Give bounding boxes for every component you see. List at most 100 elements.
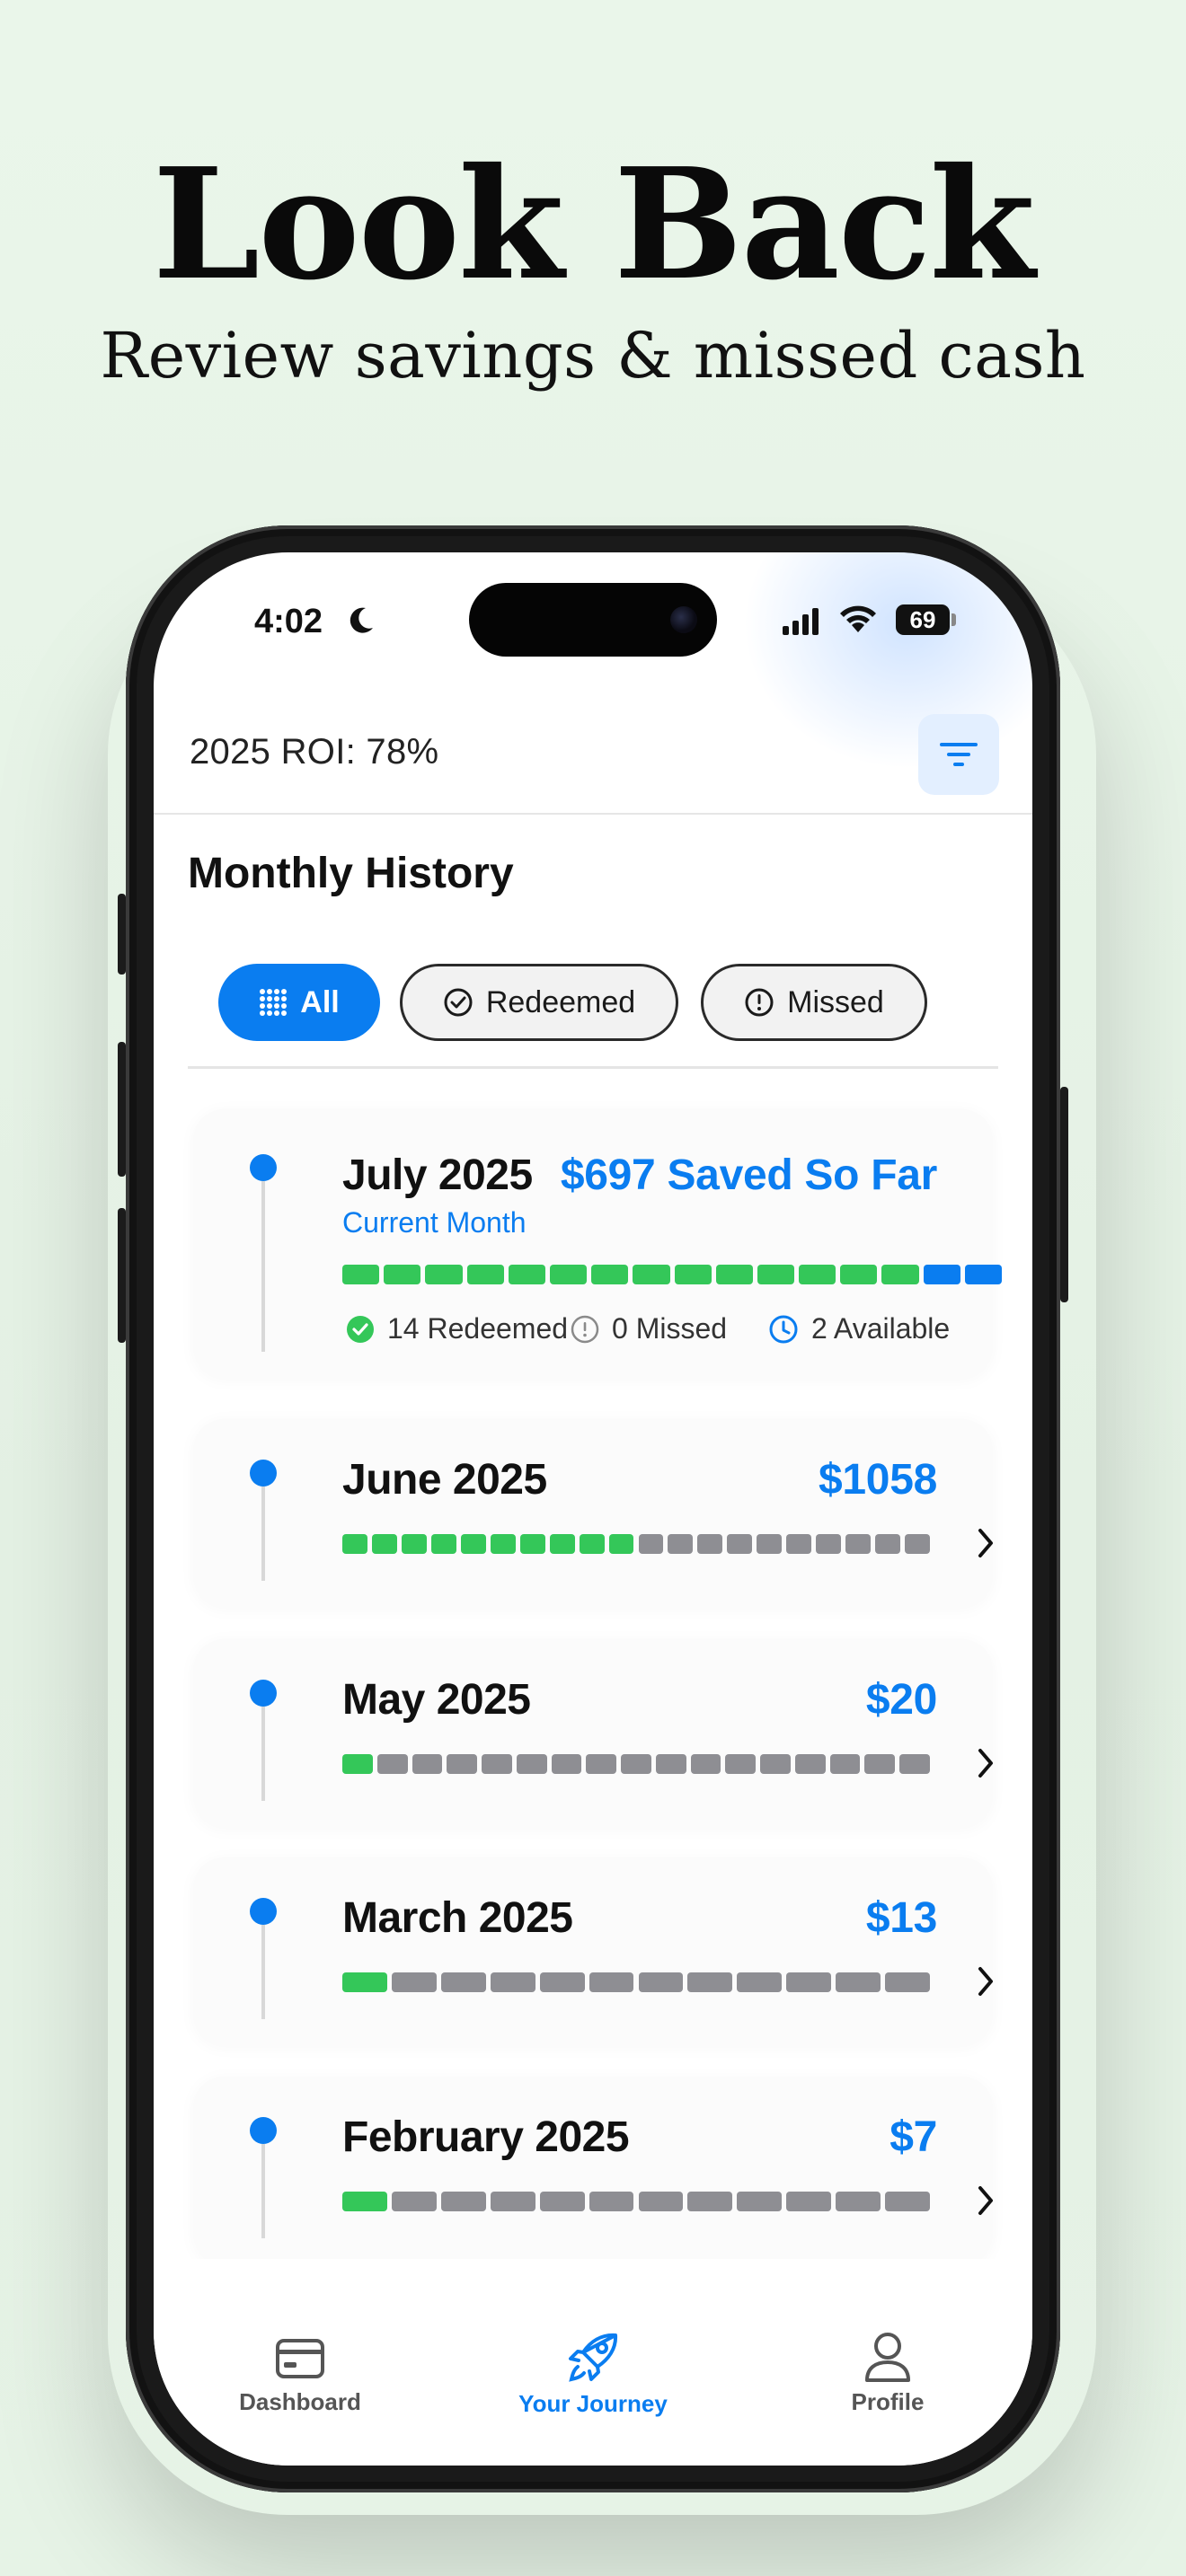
timeline-dot: [250, 1460, 277, 1486]
filter-chip-label: Redeemed: [485, 984, 636, 1019]
progress-segment-redeemed: [342, 1972, 387, 1992]
progress-segment-redeemed: [549, 1534, 575, 1554]
redeemed-stat-label: 14 Redeemed: [387, 1312, 569, 1345]
filter-chip-label: All: [300, 984, 340, 1019]
timeline-line: [261, 1707, 265, 1801]
month-card[interactable]: May 2025 $20: [193, 1639, 993, 1828]
battery-indicator: 69: [896, 604, 950, 635]
chevron-right-icon[interactable]: [973, 1525, 998, 1561]
progress-segment-missed: [816, 1534, 842, 1554]
clock-icon: [769, 1315, 798, 1343]
chevron-right-icon[interactable]: [973, 1963, 998, 1999]
month-title: July 2025: [342, 1151, 533, 1199]
timeline-line: [261, 1181, 265, 1352]
filter-divider: [188, 1066, 998, 1069]
current-month-badge: Current Month: [342, 1206, 527, 1239]
available-stat-label: 2 Available: [811, 1312, 951, 1345]
progress-segment-missed: [621, 1754, 651, 1774]
progress-segment-missed: [391, 2192, 437, 2211]
progress-segment-redeemed: [840, 1265, 878, 1284]
rocket-icon: [569, 2333, 618, 2382]
progress-segment-redeemed: [674, 1265, 712, 1284]
progress-segment-missed: [836, 2192, 881, 2211]
progress-segment-available: [964, 1265, 1002, 1284]
month-title: March 2025: [342, 1894, 573, 1942]
filter-button[interactable]: [918, 714, 999, 795]
missed-stat-label: 0 Missed: [612, 1312, 728, 1345]
phone-volume-down-button: [118, 1208, 126, 1343]
progress-segment-missed: [516, 1754, 547, 1774]
month-amount: $1058: [819, 1456, 937, 1504]
chevron-right-icon[interactable]: [973, 2183, 998, 2219]
progress-segment-redeemed: [342, 1534, 367, 1554]
filter-chip-label: Missed: [787, 984, 884, 1019]
progress-segment-redeemed: [608, 1534, 634, 1554]
progress-segment-missed: [440, 1972, 486, 1992]
progress-segment-missed: [638, 1972, 684, 1992]
tab-your-journey[interactable]: Your Journey: [494, 2331, 692, 2418]
month-amount: $7: [890, 2113, 937, 2161]
progress-segment-missed: [829, 1754, 861, 1774]
section-title: Monthly History: [188, 850, 514, 897]
progress-segment-missed: [737, 2192, 783, 2211]
progress-segment-missed: [586, 1754, 617, 1774]
top-bar: 2025 ROI: 78%: [154, 696, 1032, 815]
month-amount: $13: [865, 1894, 937, 1942]
roi-label: 2025 ROI: 78%: [190, 732, 439, 772]
chevron-right-icon[interactable]: [973, 1745, 998, 1781]
month-card[interactable]: February 2025 $7: [193, 2077, 993, 2265]
progress-segment-missed: [490, 1972, 535, 1992]
filter-lines-icon: [940, 743, 978, 766]
progress-segment-missed: [885, 1972, 930, 1992]
progress-segment-missed: [845, 1534, 872, 1554]
tab-profile[interactable]: Profile: [789, 2331, 987, 2416]
progress-segment-missed: [655, 1754, 686, 1774]
tab-label: Profile: [851, 2388, 925, 2415]
progress-segment-missed: [687, 1972, 733, 1992]
progress-segment-redeemed: [430, 1534, 456, 1554]
tab-dashboard[interactable]: Dashboard: [201, 2338, 399, 2416]
progress-segment-missed: [539, 2192, 585, 2211]
month-title: May 2025: [342, 1676, 531, 1724]
progress-bar: [342, 1754, 930, 1774]
dynamic-island: [469, 583, 717, 657]
month-card[interactable]: March 2025 $13: [193, 1857, 993, 2046]
progress-segment-missed: [412, 1754, 443, 1774]
progress-segment-missed: [905, 1534, 930, 1554]
exclamation-circle-icon: [571, 1315, 599, 1343]
progress-segment-redeemed: [579, 1534, 605, 1554]
month-title: February 2025: [342, 2113, 630, 2161]
current-month-card[interactable]: July 2025 $697 Saved So Far Current Mont…: [193, 1109, 1002, 1379]
moon-icon: [350, 607, 373, 633]
progress-segment-missed: [697, 1534, 723, 1554]
filter-chip-all[interactable]: All: [218, 964, 380, 1041]
progress-segment-missed: [760, 1754, 791, 1774]
tab-label: Your Journey: [518, 2390, 668, 2417]
progress-bar: [342, 1534, 930, 1554]
progress-segment-missed: [875, 1534, 901, 1554]
month-amount: $20: [865, 1676, 937, 1724]
tab-bar: Dashboard Your Journey Profile: [154, 2259, 1032, 2466]
timeline-line: [261, 1925, 265, 2019]
progress-segment-available: [923, 1265, 960, 1284]
phone-power-button: [1060, 1087, 1068, 1302]
progress-segment-missed: [668, 1534, 694, 1554]
status-bar: 4:02 69: [154, 552, 1032, 696]
progress-segment-redeemed: [633, 1265, 670, 1284]
progress-segment-missed: [899, 1754, 930, 1774]
filter-chip-redeemed[interactable]: Redeemed: [400, 964, 678, 1041]
phone-volume-up-button: [118, 1042, 126, 1177]
progress-segment-redeemed: [508, 1265, 545, 1284]
hero-title: Look Back: [152, 135, 1035, 314]
progress-segment-missed: [589, 2192, 634, 2211]
check-circle-filled-icon: [347, 1315, 374, 1343]
timeline-dot: [250, 1680, 277, 1707]
progress-segment-missed: [391, 1972, 437, 1992]
progress-segment-missed: [757, 1534, 783, 1554]
progress-segment-redeemed: [519, 1534, 545, 1554]
progress-segment-redeemed: [757, 1265, 795, 1284]
filter-chip-missed[interactable]: Missed: [701, 964, 927, 1041]
month-title: June 2025: [342, 1456, 547, 1504]
month-card[interactable]: June 2025 $1058: [193, 1419, 993, 1608]
progress-segment-missed: [687, 2192, 733, 2211]
